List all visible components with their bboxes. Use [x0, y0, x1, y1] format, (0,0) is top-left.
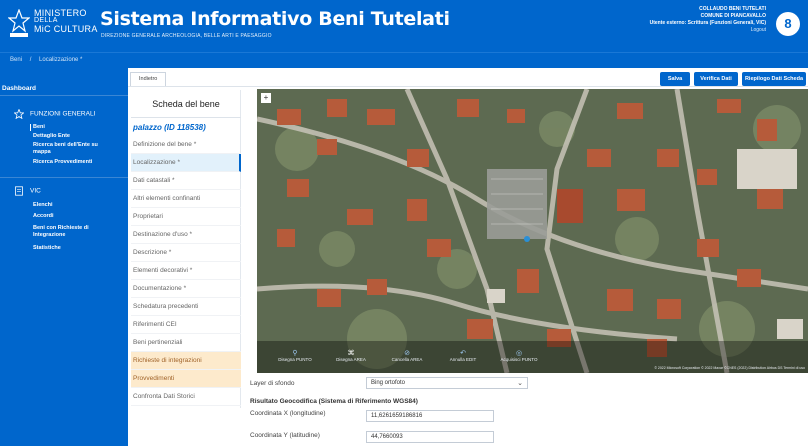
ministry-line3: CULTURA	[53, 24, 98, 34]
trash-icon: ⊘	[404, 350, 410, 357]
user-info: COLLAUDO BENI TUTELATI COMUNE DI PIANCAV…	[650, 6, 766, 34]
sidebar-divider	[0, 177, 128, 178]
breadcrumb: Beni / Localizzazione *	[0, 52, 808, 68]
map-tool-button[interactable]: ⊘ Cancella AREA	[379, 347, 435, 371]
document-icon	[15, 186, 23, 196]
user-office: Utente esterno: Scrittura (Funzioni Gene…	[649, 20, 766, 26]
scheda-object-title: palazzo (ID 118538)	[133, 123, 206, 132]
logout-link[interactable]: Logout	[650, 27, 766, 34]
map-toolbar: ⚲ Disegna PUNTO ⌘ Disegna AREA ⊘ Cancella ARE…	[267, 347, 547, 371]
scheda-item[interactable]: Confronta Dati Storici	[131, 388, 241, 406]
map-tool-button[interactable]: ⚲ Disegna PUNTO	[267, 347, 323, 371]
sidebar-section-funzioni-label: FUNZIONI GENERALI	[30, 110, 96, 118]
map-tool-label: Acquisisci PUNTO	[500, 357, 538, 362]
map-tool-button[interactable]: ↶ Annulla EDIT	[435, 347, 491, 371]
sidebar-section-vic[interactable]: VIC	[14, 186, 41, 196]
verify-button[interactable]: Verifica Dati	[694, 72, 738, 86]
breadcrumb-separator: /	[29, 57, 32, 63]
scheda-item[interactable]: Schedatura precedenti	[131, 298, 241, 316]
sidebar-item-richieste-integrazione[interactable]: Integrazione	[33, 232, 65, 239]
map-zoom-button[interactable]: +	[261, 93, 271, 103]
scheda-item[interactable]: Riferimenti CEI	[131, 316, 241, 334]
sidebar-section-vic-label: VIC	[30, 187, 41, 195]
scheda-item[interactable]: Richieste di integrazioni	[131, 352, 241, 370]
sidebar: Dashboard FUNZIONI GENERALI Beni Dettagl…	[0, 68, 128, 446]
sidebar-section-funzioni[interactable]: FUNZIONI GENERALI	[14, 109, 95, 119]
scheda-item[interactable]: Definizione del bene *	[131, 136, 241, 154]
sidebar-item-elenchi[interactable]: Elenchi	[33, 202, 53, 209]
scheda-title: Scheda del bene	[152, 99, 220, 109]
breadcrumb-item-beni[interactable]: Beni	[10, 57, 22, 63]
ministry-short: MiC	[34, 24, 51, 34]
star-icon	[14, 109, 24, 119]
map-tool-button[interactable]: ⌘ Disegna AREA	[323, 347, 379, 371]
pin-icon: ⚲	[292, 350, 298, 357]
avatar[interactable]: 8	[776, 12, 800, 36]
scheda-item[interactable]: Descrizione *	[131, 244, 241, 262]
ministry-name: MINISTERO DELLA MiC CULTURA	[34, 8, 98, 34]
scheda-item[interactable]: Beni pertinenziali	[131, 334, 241, 352]
map-tool-label: Disegna PUNTO	[278, 357, 312, 362]
target-icon: ◎	[515, 350, 523, 357]
sidebar-item-ricerca-beni-mappa[interactable]: mappa	[33, 149, 51, 156]
scheda-item[interactable]: Altri elementi confinanti	[131, 190, 241, 208]
ministry-line1: MINISTERO	[34, 8, 87, 18]
polygon-icon: ⌘	[347, 350, 355, 357]
tab-divider	[128, 86, 808, 87]
layer-select[interactable]: Bing ortofoto ⌄	[366, 377, 528, 389]
sidebar-item-dettaglio-ente[interactable]: Dettaglio Ente	[33, 133, 70, 140]
coord-x-field[interactable]: 11,6261659186816	[366, 410, 494, 422]
ministry-emblem-icon	[8, 9, 30, 37]
app-header: MINISTERO DELLA MiC CULTURA Sistema Info…	[0, 0, 808, 52]
layer-select-value: Bing ortofoto	[371, 380, 406, 386]
map-tool-label: Disegna AREA	[336, 357, 366, 362]
layer-label: Layer di sfondo	[250, 380, 295, 387]
user-org: COMUNE DI PIANCAVALLO	[700, 13, 766, 19]
map-tool-label: Cancella AREA	[391, 357, 423, 362]
map-tool-label: Annulla EDIT	[449, 357, 477, 362]
sidebar-divider	[0, 95, 128, 96]
scheda-item[interactable]: Proprietari	[131, 208, 241, 226]
scheda-item[interactable]: Documentazione *	[131, 280, 241, 298]
breadcrumb-item-current: Localizzazione *	[39, 57, 83, 63]
scheda-divider	[131, 117, 241, 118]
scheda-item[interactable]: Destinazione d'uso *	[131, 226, 241, 244]
main-content: Indietro Salva Verifica Dati Riepilogo D…	[128, 68, 808, 446]
scheda-item[interactable]: Elementi decorativi *	[131, 262, 241, 280]
save-button[interactable]: Salva	[660, 72, 690, 86]
undo-icon: ↶	[460, 350, 466, 357]
tab-indietro[interactable]: Indietro	[130, 72, 167, 86]
satellite-map-image	[257, 89, 808, 373]
sidebar-item-ricerca-provvedimenti[interactable]: Ricerca Provvedimenti	[33, 159, 92, 166]
user-role: COLLAUDO BENI TUTELATI	[699, 6, 766, 12]
app-title[interactable]: Sistema Informativo Beni Tutelati	[100, 8, 450, 30]
geocoding-section-title: Risultato Geocodifica (Sistema di Riferi…	[250, 398, 418, 405]
app-subtitle: DIREZIONE GENERALE ARCHEOLOGIA, BELLE AR…	[101, 33, 272, 39]
map-attribution[interactable]: © 2022 Microsoft Corporation © 2022 Maxa…	[654, 366, 805, 370]
sidebar-item-richieste[interactable]: Beni con Richieste di	[33, 225, 89, 232]
sidebar-item-beni[interactable]: Beni	[30, 124, 45, 131]
chevron-down-icon: ⌄	[517, 380, 523, 387]
sidebar-item-dashboard[interactable]: Dashboard	[2, 85, 36, 92]
sidebar-item-accordi[interactable]: Accordi	[33, 213, 53, 220]
sidebar-item-statistiche[interactable]: Statistiche	[33, 245, 61, 252]
coord-x-label: Coordinata X (longitudine)	[250, 410, 326, 417]
scheda-item[interactable]: Localizzazione *	[131, 154, 241, 172]
scheda-item[interactable]: Provvedimenti	[131, 370, 241, 388]
coord-y-field[interactable]: 44,7660093	[366, 431, 494, 443]
sidebar-item-ricerca-beni[interactable]: Ricerca beni dell'Ente su	[33, 142, 98, 149]
coord-y-label: Coordinata Y (latitudine)	[250, 432, 320, 439]
scheda-item[interactable]: Dati catastali *	[131, 172, 241, 190]
map-tool-button[interactable]: ◎ Acquisisci PUNTO	[491, 347, 547, 371]
summary-button[interactable]: Riepilogo Dati Scheda	[742, 72, 806, 86]
map-view[interactable]: + ⚲ Disegna PUNTO ⌘ Disegna AREA ⊘ Cancella A…	[257, 89, 808, 373]
scheda-panel: Scheda del bene palazzo (ID 118538) Defi…	[131, 90, 241, 408]
